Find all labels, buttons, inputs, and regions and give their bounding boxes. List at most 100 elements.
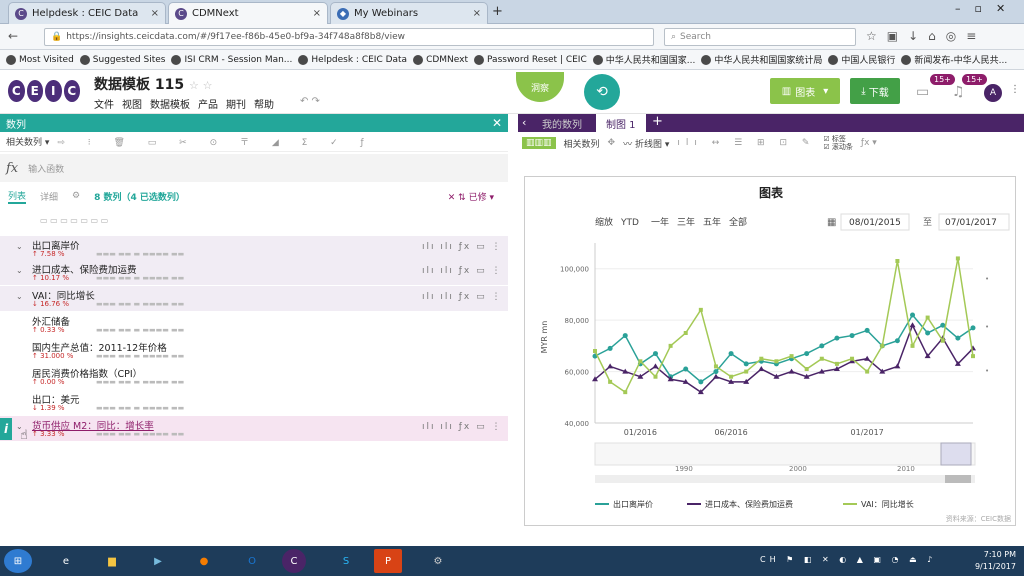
ceic-app-icon[interactable]: C <box>282 549 306 573</box>
webinar-tab-icon: ◆ <box>337 7 349 20</box>
chevron-down-icon[interactable]: ⌄ <box>16 266 23 275</box>
row-action-icons[interactable]: ılı ılı ƒx ▭ ⋮ <box>422 266 502 276</box>
close-icon[interactable]: × <box>313 8 321 19</box>
insight-button[interactable]: 洞察 <box>516 72 564 102</box>
range-button[interactable]: YTD <box>620 218 639 228</box>
tab-detail[interactable]: 详细 <box>40 190 58 203</box>
navigator-tick: 2000 <box>789 465 807 473</box>
chart-tool-icons[interactable]: ılı ↔ ☰ ⊞ ⊡ ✎ <box>677 138 815 148</box>
data-point <box>970 325 976 331</box>
data-point <box>788 368 795 374</box>
browser-tab-cdmnext[interactable]: C CDMNext × <box>168 2 328 24</box>
scrollbar-thumb <box>945 475 971 483</box>
bookmark-item[interactable]: Suggested Sites <box>79 54 165 65</box>
related-series-dropdown[interactable]: 相关数列 ▾ <box>6 135 49 148</box>
formula-bar[interactable]: fx 输入函数 <box>0 154 508 182</box>
series-row[interactable]: ⌄ 货币供应 M2：同比：增长率 ↑ 3.33 % ▬▬▬ ▬▬ ▬ ▬▬▬▬ ▬▬ ı… <box>0 416 508 441</box>
browser-tab-helpdesk[interactable]: C Helpdesk : CEIC Data × <box>8 2 166 24</box>
powerpoint-icon[interactable]: P <box>374 549 402 573</box>
close-icon[interactable]: × <box>151 8 159 19</box>
range-button[interactable]: 缩放 <box>595 216 613 228</box>
filter-dropdown[interactable]: ✕ ⇅ 已修 ▾ <box>448 190 494 203</box>
chevron-down-icon[interactable]: ⌄ <box>16 242 23 251</box>
browser-toolbar-icons[interactable]: ☆▣↓⌂◎≡ <box>866 29 986 43</box>
browser-tab-webinars[interactable]: ◆ My Webinars × <box>330 2 488 24</box>
data-point <box>713 364 718 369</box>
row-action-icons[interactable]: ılı ılı ƒx ▭ ⋮ <box>422 292 502 302</box>
ie-icon[interactable]: e <box>48 549 84 573</box>
chart-checkboxes[interactable]: ☑ 标签 ☑ 滚动条 <box>823 135 853 151</box>
function-icon: fx <box>6 160 19 176</box>
start-button[interactable]: ⊞ <box>4 549 32 573</box>
media-icon[interactable]: ▶ <box>140 549 176 573</box>
toolbar-icons[interactable]: ⇨ ⁝ 🗑 ▭ ✂ ⊙ 〒 ◢ Σ ✓ ƒ <box>57 135 373 148</box>
settings-icon[interactable]: ⚙ <box>420 549 456 573</box>
comment-icon[interactable]: ▭ <box>916 84 929 100</box>
menu-item[interactable]: 文件 <box>94 96 114 111</box>
add-tab-icon[interactable]: + <box>652 114 663 129</box>
window-controls[interactable]: –▫✕ <box>955 2 1019 15</box>
back-chevron-icon[interactable]: ‹ <box>522 116 526 129</box>
menu-item[interactable]: 期刊 <box>226 96 246 111</box>
bookmark-item[interactable]: 新闻发布-中华人民共... <box>901 53 1007 66</box>
outlook-icon[interactable]: O <box>234 549 270 573</box>
range-button[interactable]: 三年 <box>677 216 695 228</box>
tab-list[interactable]: 列表 <box>8 189 27 204</box>
bell-icon[interactable]: ♫ <box>952 84 965 100</box>
series-toolbar: 相关数列 ▾ ⇨ ⁝ 🗑 ▭ ✂ ⊙ 〒 ◢ Σ ✓ ƒ <box>0 132 508 152</box>
view-chart-button[interactable]: ▥ 图表 ▾ <box>770 78 840 104</box>
menu-item[interactable]: 帮助 <box>254 96 274 111</box>
more-icon[interactable]: ⋮ <box>1010 84 1020 95</box>
move-icon[interactable]: ✥ <box>608 138 616 148</box>
tab-chart-1[interactable]: 制图 1 <box>596 114 646 132</box>
data-point <box>698 307 703 312</box>
tab-my-series[interactable]: 我的数列 <box>542 116 582 131</box>
range-button[interactable]: 一年 <box>651 216 669 228</box>
bookmark-item[interactable]: ISI CRM - Session Man... <box>171 54 292 65</box>
menu-item[interactable]: 产品 <box>198 96 218 111</box>
function-icon[interactable]: ƒx ▾ <box>861 138 877 148</box>
series-row[interactable]: 外汇储备 ↑ 0.33 % ▬▬▬ ▬▬ ▬ ▬▬▬▬ ▬▬ <box>0 312 508 337</box>
share-icon[interactable]: ⟲ <box>584 74 620 110</box>
menu-item[interactable]: 视图 <box>122 96 142 111</box>
series-row[interactable]: 出口：美元 ↓ 1.39 % ▬▬▬ ▬▬ ▬ ▬▬▬▬ ▬▬ <box>0 390 508 415</box>
chevron-down-icon[interactable]: ⌄ <box>16 292 23 301</box>
gear-icon[interactable]: ⚙ <box>72 191 80 201</box>
firefox-icon[interactable]: ● <box>186 549 222 573</box>
back-arrow-icon[interactable]: ← <box>8 29 18 43</box>
related-series-dropdown[interactable]: 相关数列 <box>564 137 600 150</box>
bookmark-item[interactable]: 中华人民共和国国家统计局 <box>701 53 822 66</box>
new-tab-button[interactable]: + <box>492 4 503 19</box>
url-field[interactable]: 🔒 https://insights.ceicdata.com/#/9f17ee-… <box>44 28 654 46</box>
tray-icons[interactable]: CH ⚑ ◧ ✕ ◐ ▲ ▣ ◔ ⏏ ♪ <box>760 555 936 564</box>
bookmark-item[interactable]: 中华人民共和国国家... <box>592 53 695 66</box>
bookmark-item[interactable]: 中国人民银行 <box>828 53 895 66</box>
search-input[interactable]: ⌕ Search <box>664 28 856 46</box>
row-action-icons[interactable]: ılı ılı ƒx ▭ ⋮ <box>422 242 502 252</box>
chart-mode-button[interactable]: ▥▥▥ <box>522 137 556 149</box>
series-row[interactable]: 居民消费价格指数（CPI） ↑ 0.00 % ▬▬▬ ▬▬ ▬ ▬▬▬▬ ▬▬ <box>0 364 508 389</box>
series-row[interactable]: 国内生产总值：2011-12年价格 ↑ 31.000 % ▬▬▬ ▬▬ ▬ ▬▬▬▬… <box>0 338 508 363</box>
avatar[interactable]: A <box>984 84 1002 102</box>
bookmark-item[interactable]: Helpdesk : CEIC Data <box>298 54 407 65</box>
info-icon[interactable]: i <box>0 418 12 440</box>
range-button[interactable]: 全部 <box>729 216 747 228</box>
close-icon[interactable]: × <box>473 8 481 19</box>
skype-icon[interactable]: S <box>328 549 364 573</box>
star-icon[interactable]: ☆ ☆ <box>189 79 213 92</box>
series-row[interactable]: ⌄ 出口离岸价 ↑ 7.58 % ▬▬▬ ▬▬ ▬ ▬▬▬▬ ▬▬ ılı ılı ƒx… <box>0 236 508 261</box>
close-icon[interactable]: ✕ <box>492 116 502 130</box>
range-button[interactable]: 五年 <box>703 216 721 228</box>
series-row[interactable]: ⌄ VAI：同比增长 ↓ 16.76 % ▬▬▬ ▬▬ ▬ ▬▬▬▬ ▬▬ ılı ıl… <box>0 286 508 311</box>
menu-item[interactable]: 数据模板 <box>150 96 190 111</box>
download-button[interactable]: ⤓ 下载 <box>850 78 900 104</box>
bookmark-item[interactable]: Most Visited <box>6 54 74 65</box>
line-chart-dropdown[interactable]: 〰 折线图 ▾ <box>623 137 669 150</box>
folder-icon[interactable]: ▆ <box>94 549 130 573</box>
undo-redo-icons[interactable]: ↶ ↷ <box>300 96 320 107</box>
page-title[interactable]: 数据模板 115 ☆ ☆ <box>94 74 213 94</box>
row-action-icons[interactable]: ılı ılı ƒx ▭ ⋮ <box>422 422 502 432</box>
series-row[interactable]: ⌄ 进口成本、保险费加运费 ↑ 10.17 % ▬▬▬ ▬▬ ▬ ▬▬▬▬ ▬▬ ılı… <box>0 260 508 285</box>
bookmark-item[interactable]: CDMNext <box>413 54 468 65</box>
bookmark-item[interactable]: Password Reset | CEIC <box>474 54 587 65</box>
